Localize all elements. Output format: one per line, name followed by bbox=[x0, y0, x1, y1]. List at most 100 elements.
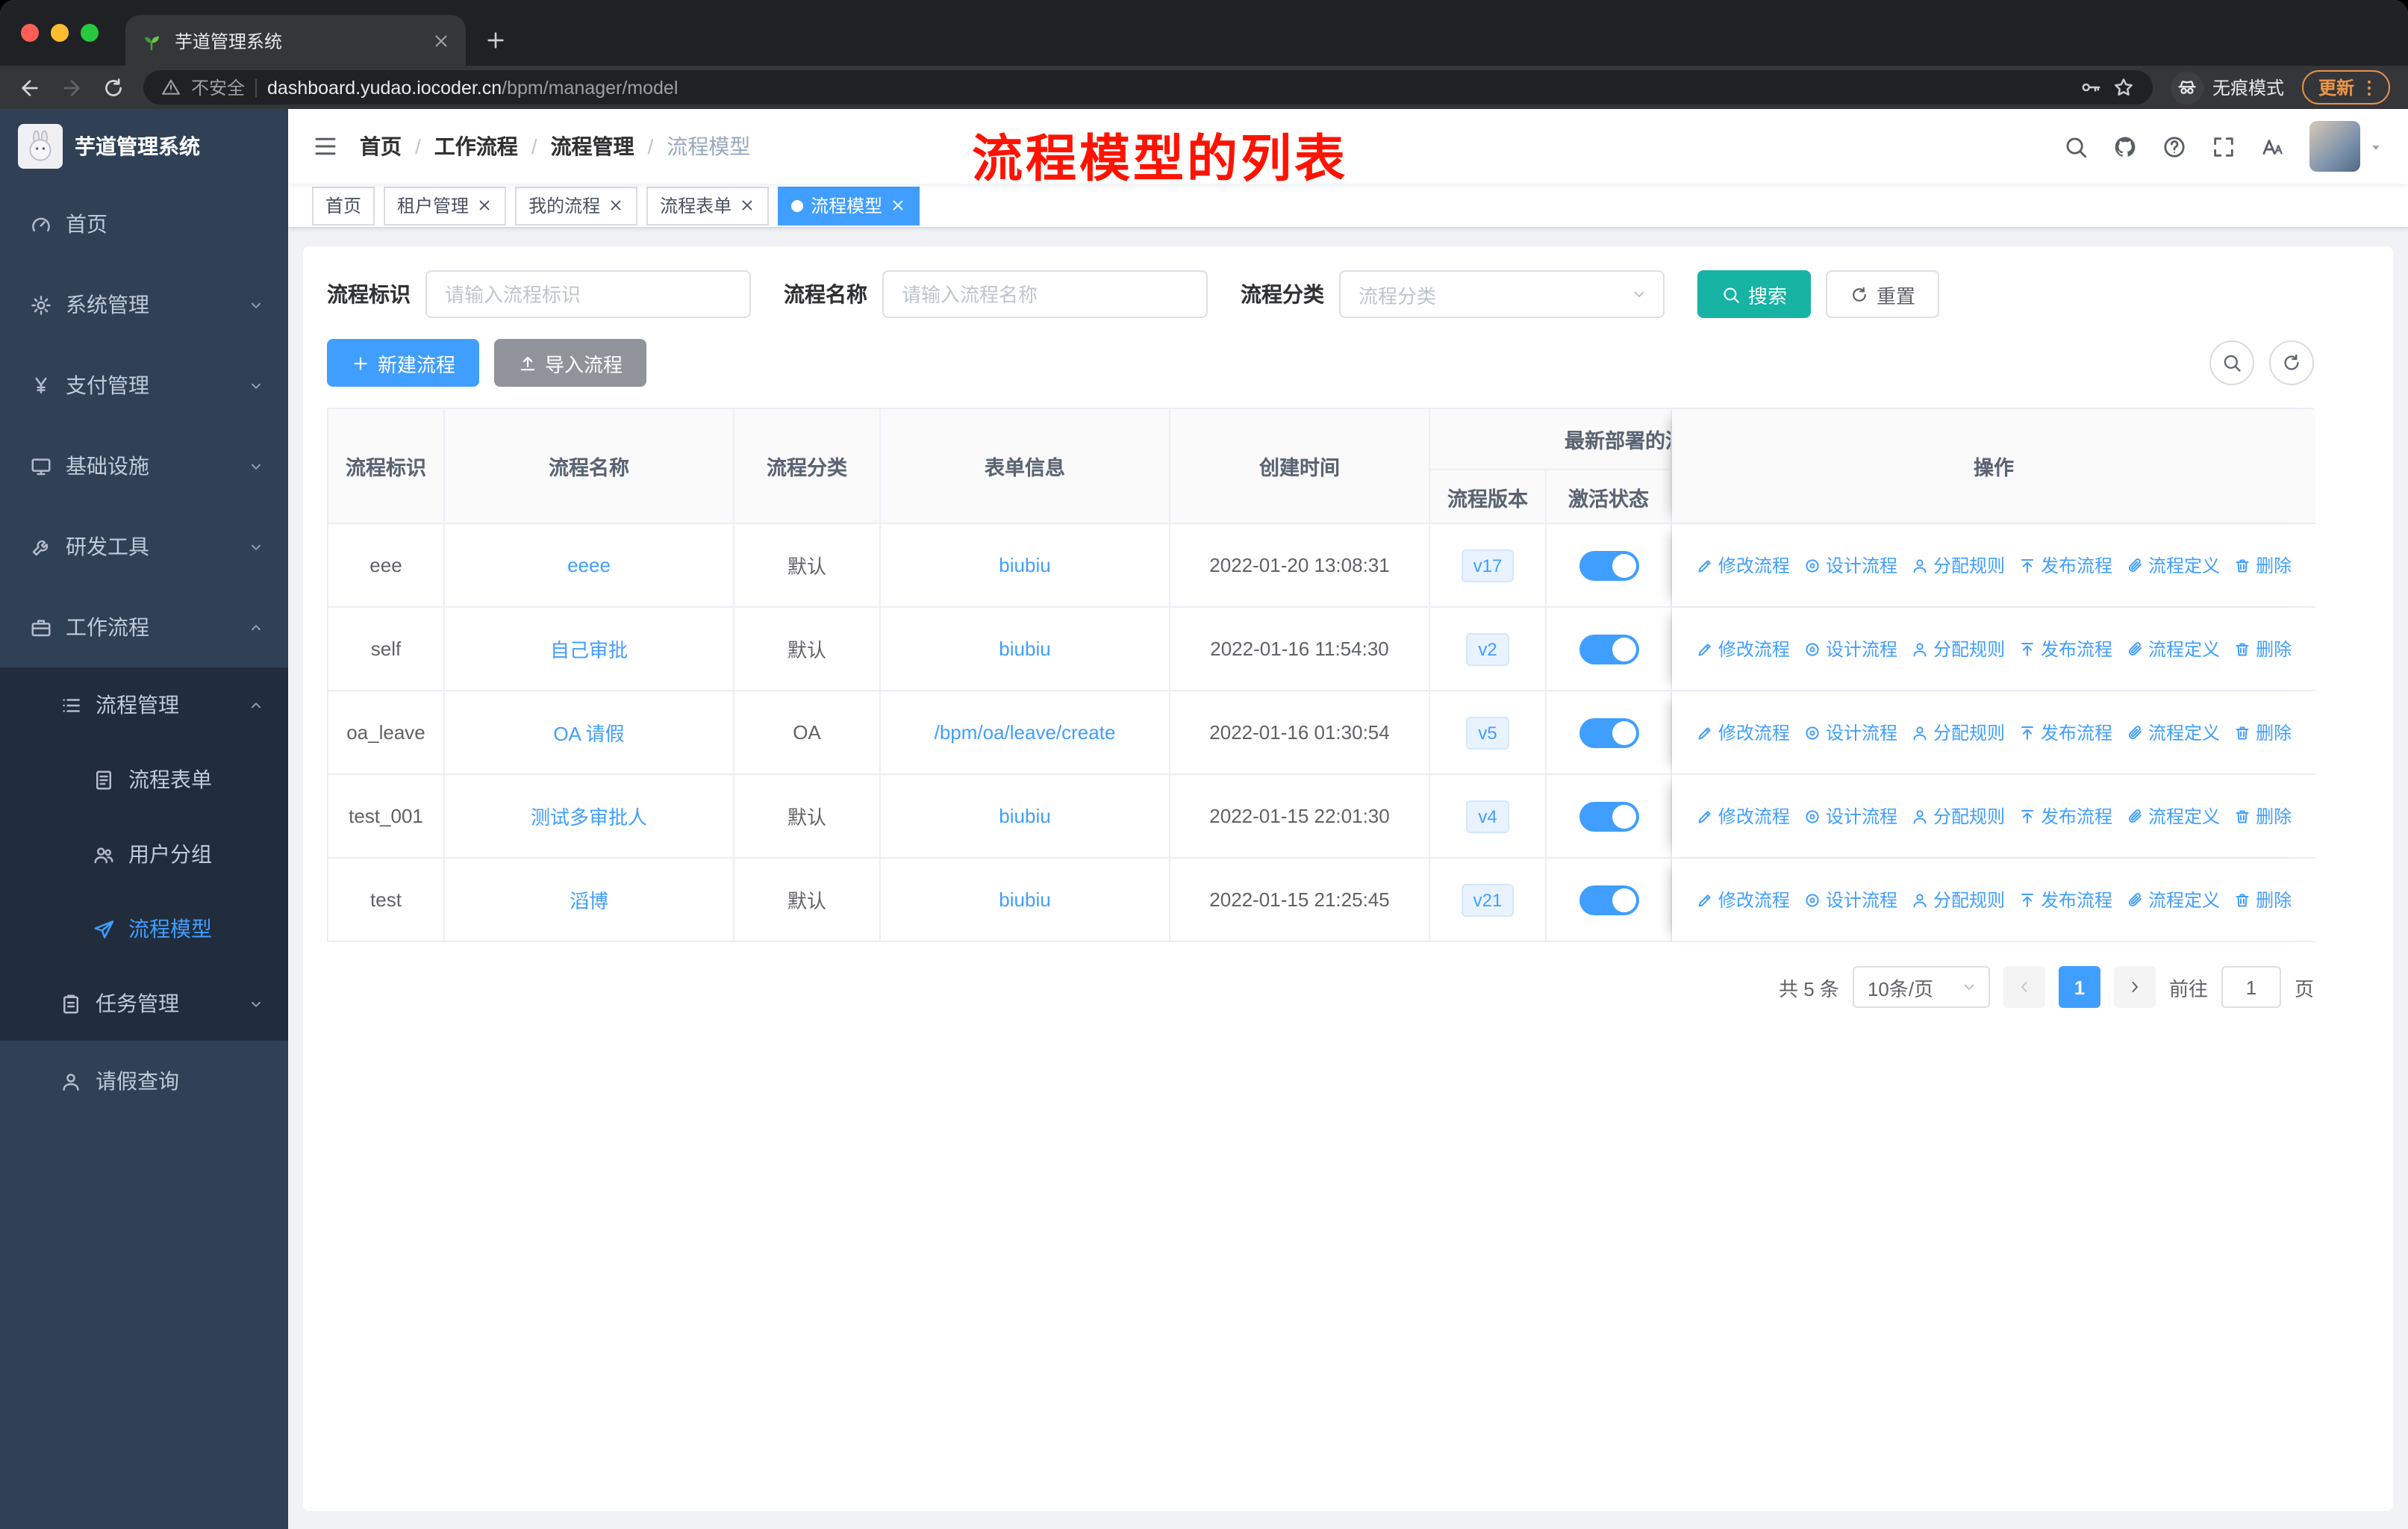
sidebar-item[interactable]: 请假查询 bbox=[0, 1041, 288, 1121]
browser-tab[interactable]: 芋道管理系统 bbox=[125, 15, 466, 66]
create-process-button[interactable]: 新建流程 bbox=[327, 339, 480, 387]
form-link[interactable]: biubiu bbox=[999, 805, 1050, 827]
github-icon[interactable] bbox=[2112, 134, 2138, 159]
action-definition-button[interactable]: 流程定义 bbox=[2126, 887, 2220, 912]
close-icon[interactable] bbox=[739, 197, 755, 214]
font-size-icon[interactable] bbox=[2260, 134, 2286, 159]
action-delete-button[interactable]: 删除 bbox=[2233, 636, 2292, 661]
toggle-search-button[interactable] bbox=[2209, 340, 2254, 385]
password-key-icon[interactable] bbox=[2080, 76, 2102, 99]
close-icon[interactable] bbox=[476, 197, 493, 214]
status-toggle[interactable] bbox=[1579, 717, 1638, 747]
window-zoom-button[interactable] bbox=[81, 24, 99, 42]
breadcrumb-item[interactable]: 首页 bbox=[360, 131, 402, 161]
action-definition-button[interactable]: 流程定义 bbox=[2126, 803, 2220, 829]
search-button[interactable]: 搜索 bbox=[1697, 270, 1812, 318]
status-toggle[interactable] bbox=[1579, 885, 1638, 915]
action-design-button[interactable]: 设计流程 bbox=[1803, 636, 1897, 661]
action-publish-button[interactable]: 发布流程 bbox=[2018, 803, 2112, 829]
breadcrumb-item[interactable]: 流程管理 bbox=[551, 131, 634, 161]
help-icon[interactable] bbox=[2162, 134, 2187, 159]
window-minimize-button[interactable] bbox=[51, 24, 69, 42]
action-assign-button[interactable]: 分配规则 bbox=[1911, 552, 2005, 578]
sidebar-item[interactable]: 流程管理 bbox=[0, 667, 288, 742]
action-design-button[interactable]: 设计流程 bbox=[1803, 720, 1897, 745]
sidebar-item[interactable]: 工作流程 bbox=[0, 587, 288, 667]
bookmark-star-icon[interactable] bbox=[2112, 76, 2135, 99]
process-name-link[interactable]: OA 请假 bbox=[553, 718, 624, 747]
sidebar-item[interactable]: 研发工具 bbox=[0, 506, 288, 587]
action-publish-button[interactable]: 发布流程 bbox=[2018, 720, 2112, 745]
action-definition-button[interactable]: 流程定义 bbox=[2126, 720, 2220, 745]
process-name-input[interactable] bbox=[882, 270, 1208, 318]
action-edit-button[interactable]: 修改流程 bbox=[1696, 636, 1790, 661]
sidebar-item[interactable]: 支付管理 bbox=[0, 345, 288, 426]
status-toggle[interactable] bbox=[1579, 550, 1638, 580]
action-definition-button[interactable]: 流程定义 bbox=[2126, 552, 2220, 578]
sidebar-item[interactable]: 流程表单 bbox=[0, 742, 288, 817]
sidebar-item[interactable]: 任务管理 bbox=[0, 966, 288, 1041]
action-assign-button[interactable]: 分配规则 bbox=[1911, 720, 2005, 745]
header-search-icon[interactable] bbox=[2063, 134, 2089, 159]
forward-button[interactable] bbox=[60, 75, 84, 99]
sidebar-item[interactable]: 用户分组 bbox=[0, 817, 288, 891]
breadcrumb-item[interactable]: 工作流程 bbox=[434, 131, 518, 161]
action-design-button[interactable]: 设计流程 bbox=[1803, 887, 1897, 912]
action-delete-button[interactable]: 删除 bbox=[2233, 887, 2292, 912]
process-name-link[interactable]: 测试多审批人 bbox=[531, 802, 647, 830]
status-toggle[interactable] bbox=[1579, 634, 1638, 664]
action-publish-button[interactable]: 发布流程 bbox=[2018, 636, 2112, 661]
close-icon[interactable] bbox=[608, 197, 624, 214]
action-edit-button[interactable]: 修改流程 bbox=[1696, 552, 1790, 578]
user-menu[interactable] bbox=[2309, 121, 2384, 172]
close-icon[interactable] bbox=[890, 197, 906, 214]
prev-page-button[interactable] bbox=[2003, 966, 2045, 1008]
back-button[interactable] bbox=[18, 75, 42, 99]
sidebar-item[interactable]: 基础设施 bbox=[0, 426, 288, 506]
tab-close-icon[interactable] bbox=[431, 31, 451, 50]
action-edit-button[interactable]: 修改流程 bbox=[1696, 720, 1790, 745]
action-edit-button[interactable]: 修改流程 bbox=[1696, 803, 1790, 829]
reset-button[interactable]: 重置 bbox=[1826, 270, 1940, 318]
process-category-select[interactable]: 流程分类 bbox=[1339, 270, 1665, 318]
action-edit-button[interactable]: 修改流程 bbox=[1696, 887, 1790, 912]
action-design-button[interactable]: 设计流程 bbox=[1803, 552, 1897, 578]
status-toggle[interactable] bbox=[1579, 801, 1638, 831]
action-assign-button[interactable]: 分配规则 bbox=[1911, 803, 2005, 829]
action-delete-button[interactable]: 删除 bbox=[2233, 720, 2292, 745]
sidebar-item[interactable]: 流程模型 bbox=[0, 891, 288, 966]
action-assign-button[interactable]: 分配规则 bbox=[1911, 887, 2005, 912]
new-tab-button[interactable] bbox=[484, 28, 508, 52]
action-assign-button[interactable]: 分配规则 bbox=[1911, 636, 2005, 661]
action-design-button[interactable]: 设计流程 bbox=[1803, 803, 1897, 829]
form-link[interactable]: /bpm/oa/leave/create bbox=[935, 721, 1116, 744]
process-name-link[interactable]: 自己审批 bbox=[550, 635, 628, 663]
avatar[interactable] bbox=[2309, 121, 2360, 172]
address-bar[interactable]: 不安全 dashboard.yudao.iocoder.cn/bpm/manag… bbox=[143, 70, 2153, 105]
browser-menu-dots-icon[interactable] bbox=[2359, 77, 2380, 98]
sidebar-item[interactable]: 系统管理 bbox=[0, 264, 288, 345]
form-link[interactable]: biubiu bbox=[999, 888, 1050, 911]
action-publish-button[interactable]: 发布流程 bbox=[2018, 552, 2112, 578]
tag-item[interactable]: 首页 bbox=[312, 186, 375, 225]
tag-item[interactable]: 流程模型 bbox=[778, 186, 920, 225]
tag-item[interactable]: 流程表单 bbox=[646, 186, 770, 225]
action-delete-button[interactable]: 删除 bbox=[2233, 552, 2292, 578]
process-name-link[interactable]: eeee bbox=[567, 554, 611, 576]
refresh-table-button[interactable] bbox=[2269, 340, 2314, 385]
tag-item[interactable]: 我的流程 bbox=[515, 186, 638, 225]
sidebar-item[interactable]: 首页 bbox=[0, 184, 288, 264]
reload-button[interactable] bbox=[102, 75, 125, 99]
browser-update-button[interactable]: 更新 bbox=[2301, 70, 2390, 105]
page-size-select[interactable]: 10条/页 bbox=[1852, 966, 1990, 1008]
tag-item[interactable]: 租户管理 bbox=[384, 186, 507, 225]
process-name-link[interactable]: 滔博 bbox=[570, 885, 608, 914]
goto-page-input[interactable] bbox=[2221, 966, 2281, 1008]
action-delete-button[interactable]: 删除 bbox=[2233, 803, 2292, 829]
action-definition-button[interactable]: 流程定义 bbox=[2126, 636, 2220, 661]
import-process-button[interactable]: 导入流程 bbox=[494, 339, 647, 387]
form-link[interactable]: biubiu bbox=[999, 638, 1050, 660]
window-close-button[interactable] bbox=[21, 24, 39, 42]
form-link[interactable]: biubiu bbox=[999, 554, 1050, 576]
process-key-input[interactable] bbox=[425, 270, 751, 318]
